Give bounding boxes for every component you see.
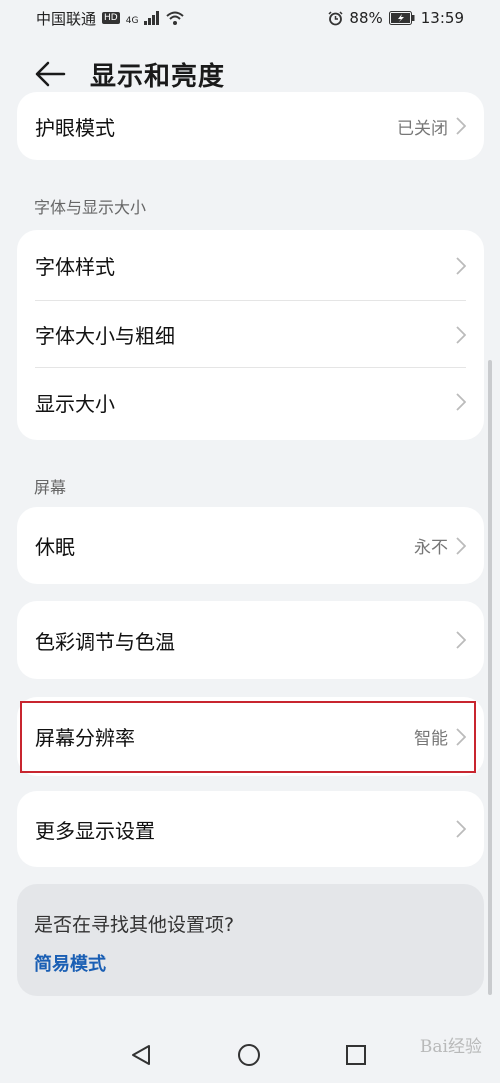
network-type: 4G: [125, 15, 139, 26]
battery-icon: [388, 11, 415, 25]
display-size-row[interactable]: 显示大小: [17, 368, 484, 436]
chevron-right-icon: [456, 117, 466, 135]
font-size-weight-label: 字体大小与粗细: [35, 324, 175, 348]
status-right: 88% 13:59: [328, 9, 464, 27]
screen-resolution-label: 屏幕分辨率: [35, 726, 135, 750]
eye-comfort-label: 护眼模式: [35, 115, 115, 140]
sleep-row[interactable]: 休眠 永不: [17, 507, 484, 584]
chevron-right-icon: [456, 820, 466, 838]
status-bar: 中国联通 HD 4G 88% 13:59: [0, 0, 500, 36]
eye-comfort-value: 已关闭: [397, 118, 448, 139]
chevron-right-icon: [456, 256, 466, 275]
color-temperature-row[interactable]: 色彩调节与色温: [17, 601, 484, 679]
more-display-settings-label: 更多显示设置: [35, 818, 155, 843]
sleep-label: 休眠: [35, 535, 75, 559]
font-style-label: 字体样式: [35, 255, 115, 279]
sleep-value: 永不: [414, 538, 448, 558]
font-style-row[interactable]: 字体样式: [17, 230, 484, 301]
suggestion-title: 是否在寻找其他设置项?: [34, 914, 235, 936]
eye-comfort-row[interactable]: 护眼模式 已关闭: [17, 92, 484, 160]
nav-recent-apps-icon[interactable]: [345, 1044, 367, 1066]
carrier-name: 中国联通: [36, 9, 97, 28]
font-size-weight-row[interactable]: 字体大小与粗细: [17, 301, 484, 368]
wifi-icon: [166, 11, 185, 25]
clock-time: 13:59: [420, 9, 464, 27]
signal-icon: [144, 11, 160, 25]
chevron-right-icon: [456, 325, 466, 344]
resolution-card: 屏幕分辨率 智能: [17, 697, 484, 776]
alarm-icon: [328, 10, 343, 25]
chevron-right-icon: [456, 393, 466, 411]
baidu-watermark: Bai经验: [419, 1037, 482, 1057]
battery-percent: 88%: [349, 9, 383, 27]
color-card: 色彩调节与色温: [17, 601, 484, 679]
sleep-card: 休眠 永不: [17, 507, 484, 584]
font-settings-card: 字体样式 字体大小与粗细 显示大小: [17, 230, 484, 440]
nav-home-icon[interactable]: [237, 1043, 261, 1067]
font-section-header: 字体与显示大小: [34, 198, 147, 217]
eye-comfort-card: 护眼模式 已关闭: [17, 92, 484, 160]
simple-mode-link[interactable]: 简易模式: [34, 950, 106, 976]
scrollbar[interactable]: [488, 360, 492, 995]
page-title: 显示和亮度: [90, 62, 226, 92]
color-temperature-label: 色彩调节与色温: [35, 629, 175, 654]
screen-section-header: 屏幕: [34, 478, 67, 497]
nav-back-icon[interactable]: [130, 1044, 152, 1066]
more-display-settings-row[interactable]: 更多显示设置: [17, 791, 484, 867]
chevron-right-icon: [456, 536, 466, 555]
status-left: 中国联通 HD 4G: [36, 8, 185, 29]
suggestion-card: 是否在寻找其他设置项? 简易模式: [17, 884, 484, 996]
screen-resolution-value: 智能: [414, 729, 448, 749]
screen-resolution-row[interactable]: 屏幕分辨率 智能: [17, 697, 484, 776]
display-size-label: 显示大小: [35, 391, 115, 416]
hd-badge: HD: [102, 12, 120, 24]
chevron-right-icon: [456, 727, 466, 746]
chevron-right-icon: [456, 631, 466, 649]
more-display-card: 更多显示设置: [17, 791, 484, 867]
back-arrow-icon[interactable]: [34, 60, 66, 88]
